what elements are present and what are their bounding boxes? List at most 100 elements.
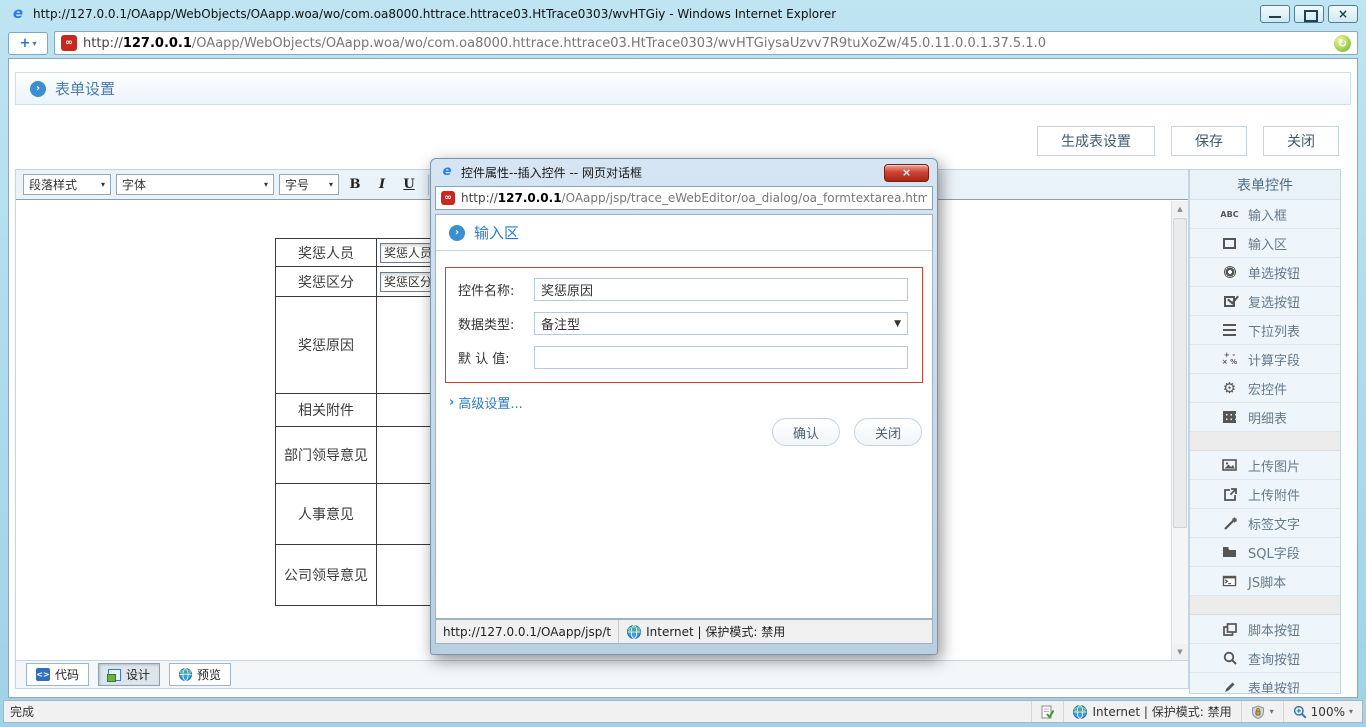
folder-icon: [1220, 544, 1239, 560]
dialog-address-bar: ∞ http://127.0.0.1/OAapp/jsp/trace_eWebE…: [435, 186, 933, 210]
dialog-close-button[interactable]: 关闭: [854, 418, 922, 446]
sidebar-item-dropdown-list[interactable]: 下拉列表: [1190, 316, 1340, 345]
site-favicon-icon: ∞: [441, 191, 455, 205]
sidebar-title: 表单控件: [1190, 170, 1340, 200]
editor-tabstrip: <> 代码 设计 预览: [16, 660, 1188, 688]
tab-preview[interactable]: 预览: [169, 663, 232, 686]
site-favicon-icon: ∞: [61, 35, 77, 51]
upload-attachment-icon: [1220, 486, 1239, 502]
control-name-input[interactable]: [534, 278, 908, 301]
row-label: 奖惩原因: [275, 296, 377, 394]
sidebar-separator: [1190, 596, 1340, 615]
field-row-default-value: 默 认 值:: [458, 346, 908, 369]
arrow-circle-icon: ›: [449, 224, 465, 241]
sidebar-item-checkbox[interactable]: 复选按钮: [1190, 287, 1340, 316]
scrollbar-thumb[interactable]: [1173, 218, 1187, 528]
sidebar-item-label-text[interactable]: 标签文字: [1190, 509, 1340, 538]
sidebar-item-detail-table[interactable]: 明细表: [1190, 403, 1340, 432]
field-label: 控件名称:: [458, 284, 515, 299]
browser-window: e http://127.0.0.1/OAapp/WebObjects/OAap…: [0, 0, 1366, 727]
scroll-down-icon[interactable]: ▼: [1172, 644, 1188, 660]
sidebar-item-macro-control[interactable]: ⚙ 宏控件: [1190, 374, 1340, 403]
window-title: http://127.0.0.1/OAapp/WebObjects/OAapp.…: [33, 7, 837, 21]
dialog-close-icon[interactable]: ×: [884, 163, 929, 182]
default-value-input[interactable]: [534, 346, 908, 369]
address-url: http://127.0.0.1/OAapp/WebObjects/OAapp.…: [83, 35, 1047, 51]
row-label: 部门领导意见: [275, 426, 377, 484]
tab-code[interactable]: <> 代码: [26, 663, 90, 686]
sidebar-item-calculated-field[interactable]: + - × % 计算字段: [1190, 345, 1340, 374]
insert-control-dialog: e 控件属性--插入控件 -- 网页对话框 × ∞ http://127.0.0…: [430, 158, 938, 655]
zoom-level: 100%: [1310, 704, 1345, 719]
caret-down-icon: ▾: [328, 180, 333, 189]
gear-icon: ⚙: [1222, 378, 1237, 397]
calc-icon: + - × %: [1221, 351, 1238, 366]
underline-button[interactable]: U: [398, 174, 420, 196]
sidebar-item-upload-image[interactable]: 上传图片: [1190, 451, 1340, 480]
globe-icon: [1073, 704, 1088, 719]
globe-icon: [179, 668, 193, 681]
page-header: › 表单设置: [15, 72, 1351, 105]
address-input[interactable]: ∞ http://127.0.0.1/OAapp/WebObjects/OAap…: [54, 31, 1358, 55]
sidebar-item-input-area[interactable]: 输入区: [1190, 229, 1340, 258]
confirm-button[interactable]: 确认: [772, 418, 840, 446]
script-icon: [1220, 573, 1239, 589]
sidebar-item-form-button[interactable]: 表单按钮: [1190, 673, 1340, 693]
tab-design[interactable]: 设计: [98, 663, 161, 686]
row-label: 人事意见: [275, 483, 377, 545]
form-controls-sidebar: 表单控件 ABC 输入框 输入区 单选按钮 复选按钮 下拉列表 + - × % …: [1189, 169, 1341, 694]
field-label: 数据类型:: [458, 318, 515, 333]
security-zone: Internet | 保护模式: 禁用: [1063, 701, 1240, 722]
generate-table-settings-button[interactable]: 生成表设置: [1037, 126, 1155, 156]
font-size-select[interactable]: 字号 ▾: [279, 174, 339, 195]
row-label: 奖惩区分: [275, 266, 377, 297]
sidebar-item-script-button[interactable]: 脚本按钮: [1190, 615, 1340, 644]
advanced-settings-link[interactable]: › 高级设置...: [449, 393, 523, 412]
dialog-body: › 输入区 控件名称: 数据类型: 备注型 ▼ 默 认 值: ›: [435, 214, 933, 619]
image-icon: [1220, 457, 1239, 473]
data-type-select[interactable]: 备注型 ▼: [534, 312, 908, 335]
protected-mode-toggle[interactable]: ▾: [1240, 701, 1283, 722]
save-button[interactable]: 保存: [1171, 126, 1247, 156]
dialog-titlebar: e 控件属性--插入控件 -- 网页对话框 ×: [431, 159, 937, 186]
sidebar-item-sql-field[interactable]: SQL字段: [1190, 538, 1340, 567]
font-select[interactable]: 字体 ▾: [116, 174, 274, 195]
editor-scrollbar[interactable]: ▲ ▼: [1171, 201, 1188, 660]
abc-icon: ABC: [1220, 209, 1239, 219]
wand-icon: [1220, 515, 1239, 531]
search-icon: [1220, 650, 1239, 666]
dialog-section-title: 输入区: [474, 224, 520, 242]
close-page-button[interactable]: 关闭: [1263, 126, 1339, 156]
refresh-icon[interactable]: ↻: [1334, 34, 1351, 52]
arrow-circle-icon: ›: [30, 80, 46, 97]
minimize-icon[interactable]: [1260, 5, 1290, 23]
zoom-control[interactable]: 100% ▾: [1282, 701, 1362, 722]
design-icon: [107, 668, 122, 682]
paragraph-style-select[interactable]: 段落样式 ▾: [23, 174, 111, 195]
caret-down-icon: ▾: [32, 38, 37, 48]
add-favorites-button[interactable]: + ▾: [8, 31, 48, 55]
field-label: 默 认 值:: [458, 352, 510, 367]
maximize-icon[interactable]: [1294, 5, 1324, 23]
page-title: 表单设置: [55, 80, 116, 98]
grid-icon: [1220, 409, 1239, 425]
sidebar-separator: [1190, 432, 1340, 451]
close-icon[interactable]: ×: [1328, 5, 1358, 23]
arrow-right-icon: ›: [449, 395, 455, 410]
sidebar-item-js-script[interactable]: JS脚本: [1190, 567, 1340, 596]
sidebar-item-radio-button[interactable]: 单选按钮: [1190, 258, 1340, 287]
field-row-data-type: 数据类型: 备注型 ▼: [458, 312, 908, 335]
bold-button[interactable]: B: [344, 174, 366, 196]
ie-logo-icon: e: [442, 163, 452, 179]
sidebar-item-query-button[interactable]: 查询按钮: [1190, 644, 1340, 673]
row-label: 相关附件: [275, 393, 377, 427]
copy-icon: [1220, 621, 1239, 637]
sidebar-item-input-box[interactable]: ABC 输入框: [1190, 200, 1340, 229]
field-row-control-name: 控件名称:: [458, 278, 908, 301]
checkbox-icon: [1220, 293, 1239, 309]
italic-button[interactable]: I: [371, 174, 393, 196]
textarea-icon: [1220, 235, 1239, 251]
scroll-up-icon[interactable]: ▲: [1172, 201, 1188, 217]
sidebar-item-upload-attachment[interactable]: 上传附件: [1190, 480, 1340, 509]
ie-logo-icon: e: [12, 4, 24, 22]
